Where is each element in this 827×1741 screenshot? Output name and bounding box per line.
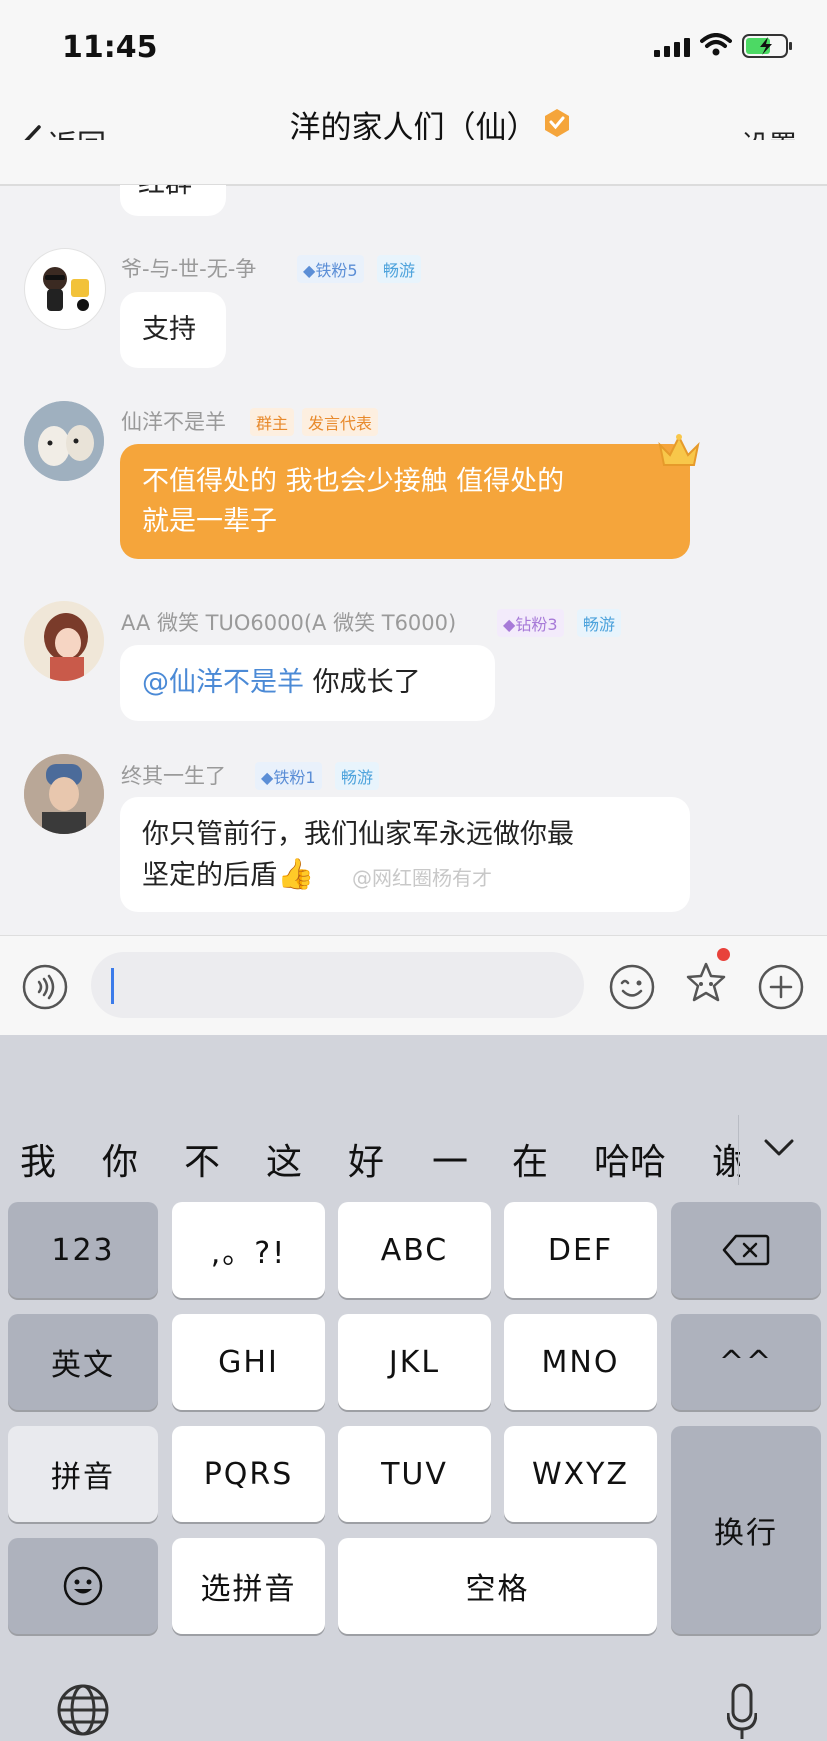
space-key[interactable]: 空格: [338, 1538, 657, 1634]
avatar-cartoon-icon: [43, 267, 89, 311]
mention-link[interactable]: @仙洋不是羊: [142, 667, 304, 698]
message-bubble[interactable]: 支持: [120, 292, 226, 368]
key-pqrs[interactable]: PQRS: [172, 1426, 325, 1522]
message-text-line: 你只管前行，我们仙家军永远做你最: [142, 819, 574, 850]
key-wxyz[interactable]: WXYZ: [504, 1426, 657, 1522]
candidate-word[interactable]: 一: [432, 1133, 468, 1185]
message-text: 支持: [142, 314, 196, 345]
voice-input-icon[interactable]: [22, 964, 68, 1010]
sticker-icon[interactable]: [681, 960, 731, 1010]
candidate-word[interactable]: 你: [102, 1133, 138, 1185]
key-jkl[interactable]: JKL: [338, 1314, 491, 1410]
candidate-divider: [738, 1115, 739, 1185]
status-time: 11:45: [62, 30, 158, 65]
globe-icon[interactable]: [56, 1683, 110, 1737]
message-text-line: 就是一辈子: [142, 506, 277, 537]
nav-divider: [0, 184, 827, 185]
key-mno[interactable]: MNO: [504, 1314, 657, 1410]
candidate-word[interactable]: 在: [512, 1133, 548, 1185]
fan-level-tag: ◆铁粉1: [255, 762, 322, 790]
candidate-word[interactable]: 谢: [712, 1133, 740, 1185]
candidate-word[interactable]: 好: [348, 1133, 384, 1185]
fan-level-tag: ◆钻粉3: [497, 609, 564, 637]
avatar[interactable]: [24, 601, 104, 681]
message-bubble[interactable]: 不值得处的 我也会少接触 值得处的 就是一辈子: [120, 444, 690, 559]
message-bubble[interactable]: 你只管前行，我们仙家军永远做你最 坚定的后盾👍: [120, 797, 690, 912]
sender-name: 终其一生了: [121, 764, 226, 788]
avatar-illustration-icon: [24, 601, 104, 681]
message-text: 你成长了: [304, 667, 421, 698]
sender-name: 爷-与-世-无-争: [121, 257, 257, 281]
key-ghi[interactable]: GHI: [172, 1314, 325, 1410]
candidate-word[interactable]: 我: [20, 1133, 56, 1185]
key-emoticon[interactable]: ^^: [671, 1314, 821, 1410]
owner-tag: 群主: [250, 408, 295, 436]
message-text-line: 不值得处的 我也会少接触 值得处的: [142, 466, 565, 497]
message-input[interactable]: [91, 952, 584, 1018]
key-abc[interactable]: ABC: [338, 1202, 491, 1298]
thumbs-up-emoji-icon: 👍: [277, 857, 315, 892]
avatar[interactable]: [24, 401, 104, 481]
avatar-photo-icon: [24, 754, 104, 834]
key-english[interactable]: 英文: [8, 1314, 158, 1410]
key-tuv[interactable]: TUV: [338, 1426, 491, 1522]
sender-name: AA 微笑 TUO6000(A 微笑 T6000): [121, 611, 457, 635]
crown-icon: [658, 434, 700, 466]
key-punctuation[interactable]: ,。?!: [172, 1202, 325, 1298]
chevron-down-icon[interactable]: [763, 1138, 795, 1158]
microphone-icon[interactable]: [727, 1683, 757, 1741]
status-tag: 畅游: [377, 255, 422, 283]
speaker-tag: 发言代表: [302, 408, 379, 436]
avatar[interactable]: [24, 248, 106, 330]
key-return[interactable]: 换行: [671, 1426, 821, 1634]
candidate-word[interactable]: 这: [266, 1133, 302, 1185]
key-def[interactable]: DEF: [504, 1202, 657, 1298]
candidate-word[interactable]: 哈哈: [594, 1133, 666, 1185]
fan-level-tag: ◆铁粉5: [297, 255, 364, 283]
add-icon[interactable]: [758, 964, 804, 1010]
sender-name: 仙洋不是羊: [121, 410, 226, 434]
key-pinyin[interactable]: 拼音: [8, 1426, 158, 1522]
backspace-icon: [722, 1234, 770, 1266]
battery-charging-icon: [742, 34, 792, 58]
emoji-key[interactable]: [8, 1538, 158, 1634]
verified-badge-icon: [545, 109, 569, 137]
message-bubble[interactable]: @仙洋不是羊 你成长了: [120, 645, 495, 721]
wifi-icon: [700, 33, 732, 56]
candidate-word[interactable]: 不: [184, 1133, 220, 1185]
nav-bar-overlay: [0, 140, 827, 185]
text-cursor: [111, 968, 114, 1004]
key-select-pinyin[interactable]: 选拼音: [172, 1538, 325, 1634]
status-tag: 畅游: [577, 609, 622, 637]
watermark: @网红圈杨有才: [352, 866, 492, 890]
avatar-goat-icon: [24, 401, 104, 481]
status-tag: 畅游: [335, 762, 380, 790]
avatar[interactable]: [24, 754, 104, 834]
notification-dot: [717, 948, 730, 961]
signal-icon: [654, 38, 690, 57]
emoji-icon: [63, 1566, 103, 1606]
backspace-key[interactable]: [671, 1202, 821, 1298]
emoji-icon[interactable]: [609, 964, 655, 1010]
key-numbers[interactable]: 123: [8, 1202, 158, 1298]
